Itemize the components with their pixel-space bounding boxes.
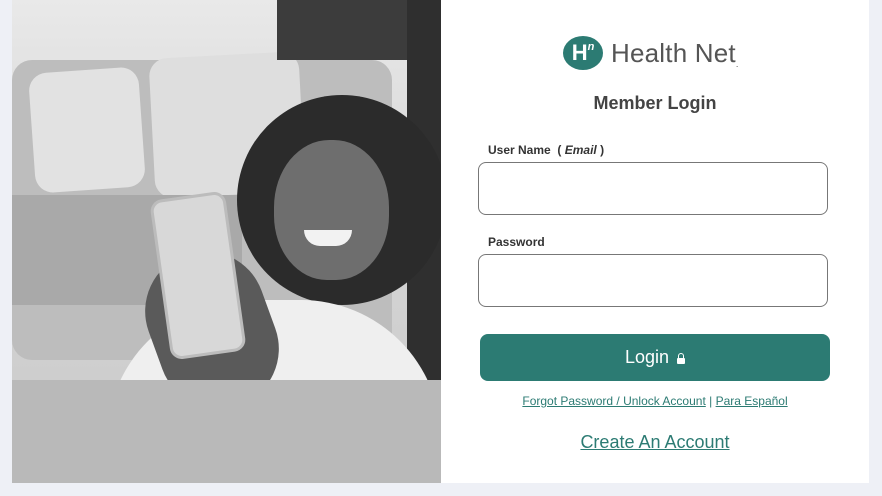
photo-face [274,140,389,280]
username-hint-open: ( [557,143,562,157]
hero-photo [12,0,441,483]
login-button-label: Login [624,347,670,367]
photo-blanket [12,380,441,483]
logo-mark-sup: n [587,41,595,53]
username-label: User Name ( Email ) [488,143,604,157]
logo-tm: . [735,58,739,69]
login-form: Hn Health Net. Member Login User Name ( … [441,0,869,483]
health-net-logo: Hn Health Net. [563,35,739,71]
logo-text: Health Net. [611,38,739,69]
username-hint-close: ) [600,143,605,157]
page-title: Member Login [593,93,717,113]
logo-mark-letter: H [571,40,588,65]
help-links: Forgot Password / Unlock Account | Para … [441,394,869,408]
username-input[interactable] [478,162,828,215]
forgot-password-link[interactable]: Forgot Password / Unlock Account [522,394,705,408]
logo-mark-icon: Hn [563,36,603,70]
photo-pillow [27,66,147,194]
spanish-link[interactable]: Para Español [716,394,788,408]
login-card: Hn Health Net. Member Login User Name ( … [12,0,869,483]
create-account-link[interactable]: Create An Account [580,432,729,452]
username-label-text: User Name [488,143,551,157]
create-account: Create An Account [441,432,869,453]
photo-window [277,0,407,60]
logo-brand-name: Health Net [611,37,736,68]
password-label: Password [488,235,545,249]
password-input[interactable] [478,254,828,307]
login-button[interactable]: Login [480,334,830,381]
lock-icon [677,352,686,364]
link-separator: | [709,394,713,408]
username-hint: Email [564,143,597,157]
